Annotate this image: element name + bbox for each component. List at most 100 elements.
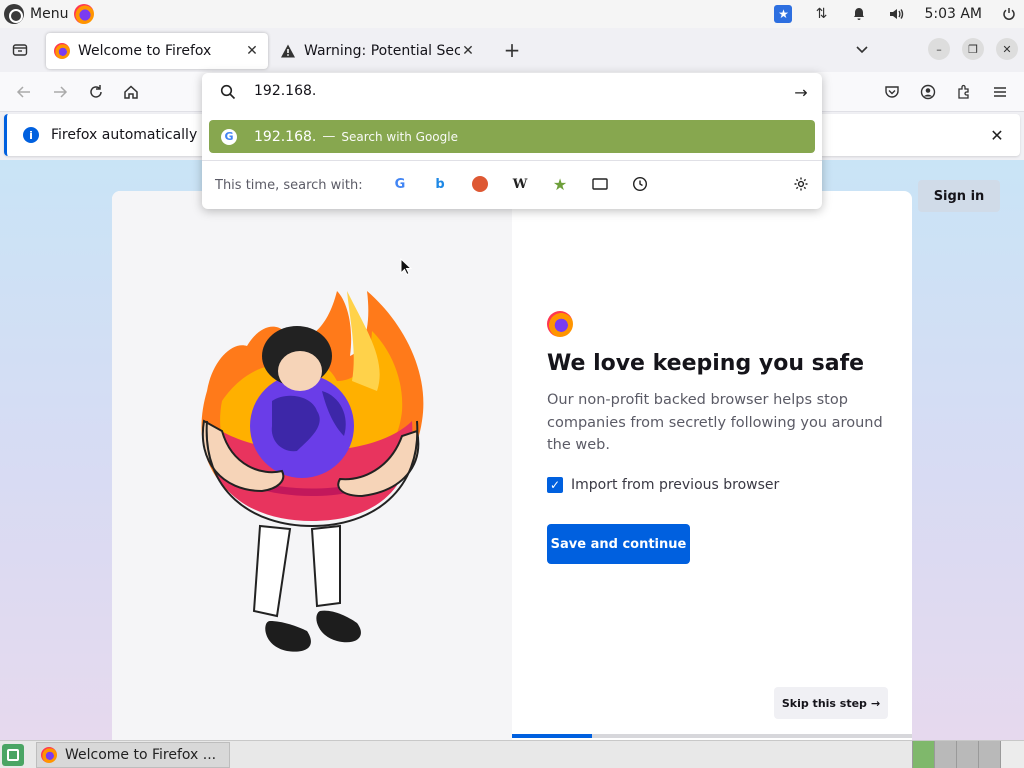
go-arrow-icon[interactable]: →: [792, 83, 810, 102]
suggestion-text: 192.168.: [254, 128, 317, 145]
trash-icon[interactable]: [1000, 741, 1024, 768]
sign-in-button[interactable]: Sign in: [918, 180, 1000, 212]
reload-button[interactable]: [82, 78, 110, 106]
one-off-label: This time, search with:: [215, 177, 363, 193]
page-title: We love keeping you safe: [547, 351, 865, 376]
arrow-right-icon: →: [870, 696, 881, 710]
globe-hug-illustration: [201, 291, 424, 652]
start-menu-button[interactable]: [2, 743, 24, 766]
bell-icon: [854, 8, 865, 20]
speaker-icon: [890, 9, 904, 19]
import-label: Import from previous browser: [571, 477, 780, 493]
forward-button[interactable]: [46, 78, 74, 106]
app-menu-button[interactable]: [986, 78, 1014, 106]
firefox-view-icon: [12, 44, 28, 56]
notifications-indicator[interactable]: [840, 0, 878, 28]
tab-warning[interactable]: Warning: Potential Security Risk Ahead ✕: [272, 33, 484, 69]
power-button[interactable]: [994, 0, 1024, 28]
onboarding-card: We love keeping you safe Our non-profit …: [112, 191, 912, 740]
arrow-right-icon: [54, 86, 68, 98]
taskbar-item-label: Welcome to Firefox ...: [65, 746, 217, 763]
home-icon: [124, 85, 138, 99]
account-icon: [920, 84, 936, 100]
workspace-3[interactable]: [956, 741, 978, 768]
tabs-icon[interactable]: [590, 174, 610, 194]
tab-bar: Welcome to Firefox ✕ Warning: Potential …: [0, 28, 1024, 72]
account-button[interactable]: [914, 78, 942, 106]
firefox-view-button[interactable]: [0, 28, 40, 72]
duckduckgo-icon[interactable]: [470, 174, 490, 194]
chevron-down-icon: [856, 46, 868, 54]
workspace-4[interactable]: [978, 741, 1000, 768]
search-settings-button[interactable]: [791, 174, 811, 194]
tabs-icon-shape: [592, 178, 608, 190]
history-icon[interactable]: [630, 174, 650, 194]
suggestion-action: Search with Google: [341, 129, 458, 144]
firefox-icon: [41, 746, 57, 763]
close-tab-icon[interactable]: ✕: [244, 43, 260, 59]
power-icon: [1003, 8, 1015, 20]
workspace-1[interactable]: [912, 741, 934, 768]
close-window-button[interactable]: ✕: [996, 38, 1018, 60]
pocket-icon: [885, 86, 899, 98]
network-indicator[interactable]: ⇅: [802, 0, 840, 28]
system-tray: ★ ⇅ 5:03 AM: [764, 0, 1024, 28]
minimize-button[interactable]: –: [928, 38, 950, 60]
distro-logo-icon: [4, 4, 24, 24]
search-icon: [220, 84, 236, 100]
gear-icon: [794, 177, 808, 191]
window-controls: – ❐ ✕: [928, 38, 1018, 60]
home-button[interactable]: [117, 78, 145, 106]
clock-icon: [632, 176, 648, 192]
google-icon[interactable]: G: [390, 174, 410, 194]
page-description: Our non-profit backed browser helps stop…: [547, 392, 883, 453]
welcome-page: Sign in We love keeping you safe Our non…: [0, 160, 1024, 740]
accessibility-icon: ★: [774, 5, 793, 23]
bing-icon[interactable]: b: [430, 174, 450, 194]
volume-indicator[interactable]: [878, 0, 916, 28]
system-clock[interactable]: 5:03 AM: [916, 6, 994, 22]
tab-welcome[interactable]: Welcome to Firefox ✕: [46, 33, 268, 69]
urlbar-input-row: →: [202, 73, 822, 111]
close-notification-icon[interactable]: ✕: [988, 126, 1006, 145]
network-icon: ⇅: [815, 6, 828, 22]
import-checkbox[interactable]: ✓: [547, 477, 563, 493]
firefox-logo-icon: [547, 311, 573, 337]
import-checkbox-row[interactable]: ✓ Import from previous browser: [547, 477, 779, 493]
wikipedia-icon[interactable]: W: [510, 174, 530, 194]
tab-title: Warning: Potential Security Risk Ahead: [304, 43, 460, 59]
hamburger-icon: [994, 87, 1006, 97]
url-input[interactable]: [254, 83, 754, 99]
close-tab-icon[interactable]: ✕: [460, 43, 476, 59]
plus-icon: +: [503, 38, 521, 62]
workspace-2[interactable]: [934, 741, 956, 768]
extensions-button[interactable]: [950, 78, 978, 106]
restore-button[interactable]: ❐: [962, 38, 984, 60]
bookmarks-icon[interactable]: ★: [550, 174, 570, 194]
close-icon: ✕: [1002, 42, 1012, 56]
search-suggestion-row[interactable]: G 192.168. — Search with Google: [209, 120, 815, 153]
system-menu-label: Menu: [30, 6, 69, 22]
accessibility-indicator[interactable]: ★: [764, 0, 802, 28]
mouse-cursor-icon: [400, 258, 412, 276]
onboarding-progress: [512, 734, 912, 738]
save-and-continue-button[interactable]: Save and continue: [547, 524, 690, 564]
skip-step-button[interactable]: Skip this step →: [774, 687, 888, 719]
firefox-favicon-icon: [54, 43, 70, 59]
restore-icon: ❐: [968, 42, 978, 56]
list-all-tabs-button[interactable]: [850, 36, 874, 64]
new-tab-button[interactable]: +: [496, 34, 528, 66]
firefox-launcher-icon[interactable]: [74, 4, 95, 24]
system-menu[interactable]: Menu: [0, 4, 95, 24]
welcome-text-panel: We love keeping you safe Our non-profit …: [512, 191, 912, 740]
back-button[interactable]: [10, 78, 38, 106]
warning-icon: [281, 44, 295, 58]
illustration-panel: [112, 191, 512, 740]
pocket-button[interactable]: [878, 78, 906, 106]
taskbar-item-firefox[interactable]: Welcome to Firefox ...: [36, 741, 230, 768]
tab-title: Welcome to Firefox: [78, 43, 212, 59]
skip-label: Skip this step: [781, 696, 867, 710]
suggestion-separator: —: [322, 129, 336, 144]
minimize-icon: –: [936, 42, 942, 56]
info-icon: i: [23, 127, 39, 143]
